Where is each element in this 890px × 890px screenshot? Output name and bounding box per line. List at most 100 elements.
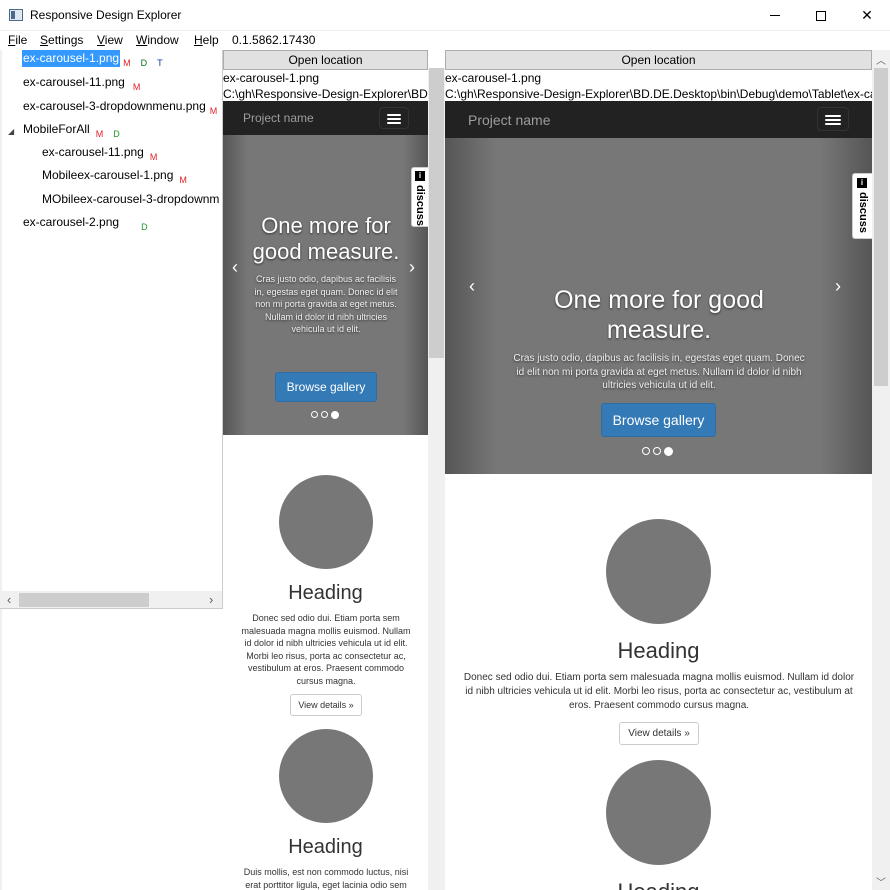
tree-horizontal-scrollbar[interactable]: ‹ › (2, 591, 222, 608)
close-icon: ✕ (861, 7, 873, 23)
close-button[interactable]: ✕ (844, 0, 890, 31)
indicator-dot[interactable] (642, 447, 650, 455)
navbar: Project name (223, 101, 428, 135)
menu-bar: File Settings View Window Help 0.1.5862.… (0, 31, 890, 50)
discuss-tab[interactable]: i discuss (852, 173, 872, 239)
tree-item-label: ex-carousel-11.png (23, 75, 125, 89)
badge-modified: M (123, 58, 131, 68)
hamburger-icon (387, 122, 401, 124)
badge-modified: M (209, 106, 218, 116)
badge-desktop: D (113, 129, 120, 139)
tree-item[interactable]: ex-carousel-2.png D (23, 215, 148, 235)
scrollbar-thumb[interactable] (874, 68, 888, 386)
chevron-right-icon[interactable]: › (835, 276, 841, 297)
menu-help[interactable]: Help (194, 33, 219, 47)
chevron-left-icon[interactable]: ‹ (232, 257, 238, 278)
browse-gallery-button[interactable]: Browse gallery (601, 403, 716, 437)
tree-item[interactable]: ex-carousel-11.png M (42, 145, 157, 165)
brand[interactable]: Project name (468, 112, 550, 128)
hamburger-icon (825, 123, 841, 125)
placeholder-image (606, 760, 711, 865)
tree-item-label: MobileForAll (23, 122, 90, 136)
scroll-up-icon[interactable]: ︿ (872, 52, 890, 67)
view-details-button[interactable]: View details » (290, 694, 362, 716)
tree-item[interactable]: ex-carousel-1.png M D T (22, 50, 167, 71)
carousel-indicators (642, 447, 673, 456)
section-heading: Heading (445, 879, 872, 890)
scrollbar-thumb[interactable] (19, 593, 149, 607)
hamburger-icon (825, 119, 841, 121)
placeholder-image (279, 729, 373, 823)
carousel: ‹ › One more for good measure. Cras just… (445, 138, 872, 474)
menu-toggle-button[interactable] (379, 107, 409, 129)
tree-item[interactable]: ex-carousel-11.png M (23, 75, 140, 95)
carousel-headline: One more for good measure. (252, 213, 400, 264)
section-heading: Heading (288, 582, 363, 604)
tree-item[interactable]: Mobileex-carousel-1.png M (42, 168, 187, 188)
badge-desktop: D (140, 58, 148, 68)
scroll-right-icon[interactable]: › (209, 592, 213, 607)
tablet-preview: Project name ‹ › One more for good measu… (445, 101, 872, 890)
tree-item[interactable]: MObileex-carousel-3-dropdownm (42, 192, 219, 212)
placeholder-image (279, 475, 373, 569)
open-location-button[interactable]: Open location (445, 50, 872, 70)
indicator-dot[interactable] (653, 447, 661, 455)
scroll-down-icon[interactable]: ﹀ (872, 874, 890, 889)
carousel-text: Cras justo odio, dapibus ac facilisis in… (513, 353, 805, 391)
carousel-caption: One more for good measure. Cras justo od… (509, 285, 809, 393)
minimize-icon (770, 15, 780, 16)
badge-modified: M (179, 175, 187, 185)
chevron-left-icon[interactable]: ‹ (469, 276, 475, 297)
mobile-preview: Project name ‹ › One more for good measu… (223, 101, 428, 890)
section-heading: Heading (617, 638, 700, 663)
menu-window[interactable]: Window (136, 33, 179, 47)
scroll-left-icon[interactable]: ‹ (7, 592, 11, 607)
brand[interactable]: Project name (243, 111, 314, 125)
indicator-dot[interactable] (664, 447, 673, 456)
file-tree[interactable]: ex-carousel-1.png M D T ex-carousel-11.png M… (2, 50, 223, 609)
menu-file[interactable]: File (8, 33, 27, 47)
indicator-dot[interactable] (331, 411, 339, 419)
maximize-button[interactable] (798, 0, 844, 31)
tree-item-label: ex-carousel-1.png (22, 50, 121, 67)
tree-folder[interactable]: MobileForAll M D (23, 122, 120, 142)
view-details-button[interactable]: View details » (619, 722, 699, 745)
tree-item-label: Mobileex-carousel-1.png (42, 168, 174, 182)
indicator-dot[interactable] (311, 411, 318, 418)
tree-item-label: ex-carousel-11.png (42, 145, 144, 159)
menu-settings[interactable]: Settings (40, 33, 83, 47)
preview-path: C:\gh\Responsive-Design-Explorer\BD. (223, 87, 428, 101)
version-label: 0.1.5862.17430 (232, 33, 316, 47)
section-text: Donec sed odio dui. Etiam porta sem male… (463, 672, 855, 711)
badge-modified: M (132, 82, 141, 92)
section-text: Duis mollis, est non commodo luctus, nis… (243, 867, 409, 890)
menu-toggle-button[interactable] (817, 107, 849, 131)
discuss-tab[interactable]: i discuss (411, 167, 428, 227)
open-location-button[interactable]: Open location (223, 50, 428, 70)
mobile-vertical-scrollbar[interactable] (428, 68, 445, 890)
badge-modified: M (95, 129, 104, 139)
browse-gallery-button[interactable]: Browse gallery (275, 372, 377, 402)
chevron-right-icon[interactable]: › (409, 257, 415, 278)
carousel: ‹ › One more for good measure. Cras just… (223, 135, 428, 435)
collapse-icon[interactable]: ◢ (8, 127, 14, 136)
indicator-dot[interactable] (321, 411, 328, 418)
info-icon: i (857, 178, 867, 188)
tablet-vertical-scrollbar[interactable]: ︿ ﹀ (872, 50, 890, 890)
menu-view[interactable]: View (97, 33, 123, 47)
preview-filename: ex-carousel-1.png (223, 71, 320, 85)
window-title: Responsive Design Explorer (30, 8, 182, 22)
tree-item-label: MObileex-carousel-3-dropdownm (42, 192, 220, 206)
discuss-label: discuss (414, 185, 426, 226)
carousel-text: Cras justo odio, dapibus ac facilisis in… (254, 274, 398, 334)
hamburger-icon (387, 118, 401, 120)
tree-item[interactable]: ex-carousel-3-dropdownmenu.png M (23, 99, 217, 119)
minimize-button[interactable] (752, 0, 798, 31)
carousel-caption: One more for good measure. Cras justo od… (251, 213, 401, 336)
scrollbar-thumb[interactable] (429, 68, 444, 358)
badge-desktop: D (141, 222, 148, 232)
title-bar: Responsive Design Explorer ✕ (0, 0, 890, 31)
badge-modified: M (149, 152, 158, 162)
tree-item-label: ex-carousel-2.png (23, 215, 120, 229)
info-icon: i (415, 171, 425, 181)
